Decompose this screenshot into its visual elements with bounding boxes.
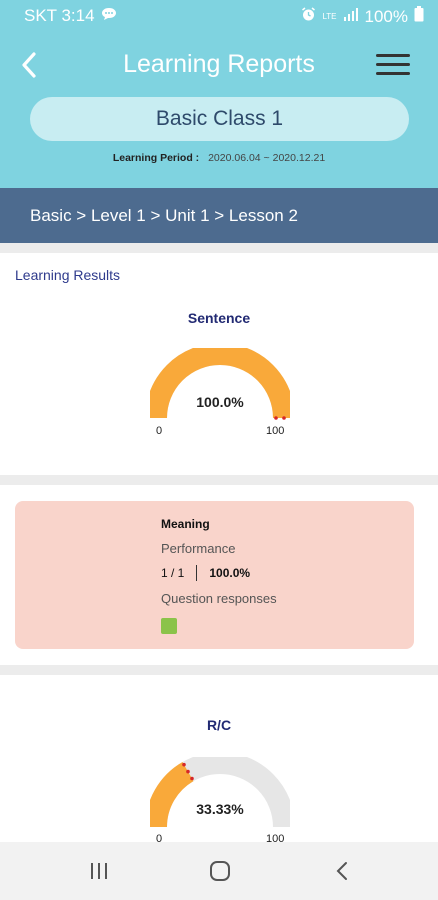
marker-dot [274,416,278,420]
status-bar: SKT 3:14 LTE 100% [0,0,438,30]
carrier-time: SKT 3:14 [24,6,95,25]
battery-icon [414,6,424,27]
page-title: Learning Reports [123,50,315,78]
class-selector[interactable]: Basic Class 1 [30,97,409,141]
performance-label: Performance [161,541,236,556]
system-navbar [0,842,438,900]
sentence-max: 100 [266,425,285,437]
marker-dot [282,416,286,420]
breadcrumb: Basic > Level 1 > Unit 1 > Lesson 2 [0,188,438,243]
home-button[interactable] [205,858,235,884]
status-right: LTE 100% [301,6,424,27]
score-divider [196,565,198,581]
chat-bubble-icon [101,6,117,26]
rc-gauge [150,757,290,828]
hamburger-line [376,63,410,66]
performance-score: 1 / 1 100.0% [161,565,250,581]
back-icon [336,862,347,880]
status-left: SKT 3:14 [24,6,117,26]
recent-apps-icon [91,863,107,879]
rc-min: 0 [156,833,163,842]
battery-level: 100% [364,6,408,26]
sentence-min: 0 [156,425,163,437]
gauge-fill [150,762,194,828]
meaning-title: Meaning [161,517,210,531]
rc-value: 33.33% [196,801,244,817]
home-icon [210,861,230,881]
learning-results-card: Learning Results Sentence 100.0% 0 100 [0,253,438,475]
system-back-button[interactable] [328,858,358,884]
hamburger-icon [376,54,410,57]
marker-dot [182,762,186,767]
period-label: Learning Period : [112,152,200,164]
meaning-section: Meaning Performance 1 / 1 100.0% Questio… [0,485,438,665]
section-label: Learning Results [15,267,121,283]
sentence-value: 100.0% [196,394,244,410]
network-type: LTE [322,11,337,21]
response-box-correct[interactable] [161,618,177,634]
sentence-title: Sentence [187,310,251,326]
marker-dot [190,776,194,781]
alarm-icon [301,6,316,27]
rc-max: 100 [266,833,285,842]
lte-icon: LTE [322,11,337,21]
meaning-card: Meaning Performance 1 / 1 100.0% Questio… [15,501,414,649]
responses-label: Question responses [161,591,277,606]
recent-apps-button[interactable] [84,858,114,884]
header: Learning Reports Basic Class 1 Learning … [0,30,438,188]
rc-title: R/C [206,717,232,733]
learning-period: Learning Period : 2020.06.04 ~ 2020.12.2… [0,152,438,164]
menu-button[interactable] [376,52,412,78]
score-percent: 100.0% [209,566,251,580]
period-value: 2020.06.04 ~ 2020.12.21 [208,152,326,164]
marker-dot [186,769,190,774]
score-fraction: 1 / 1 [161,566,185,580]
signal-icon [343,7,359,27]
rc-card: R/C 33.33% 0 100 [0,675,438,842]
sentence-gauge [150,348,290,420]
hamburger-line [376,72,410,75]
